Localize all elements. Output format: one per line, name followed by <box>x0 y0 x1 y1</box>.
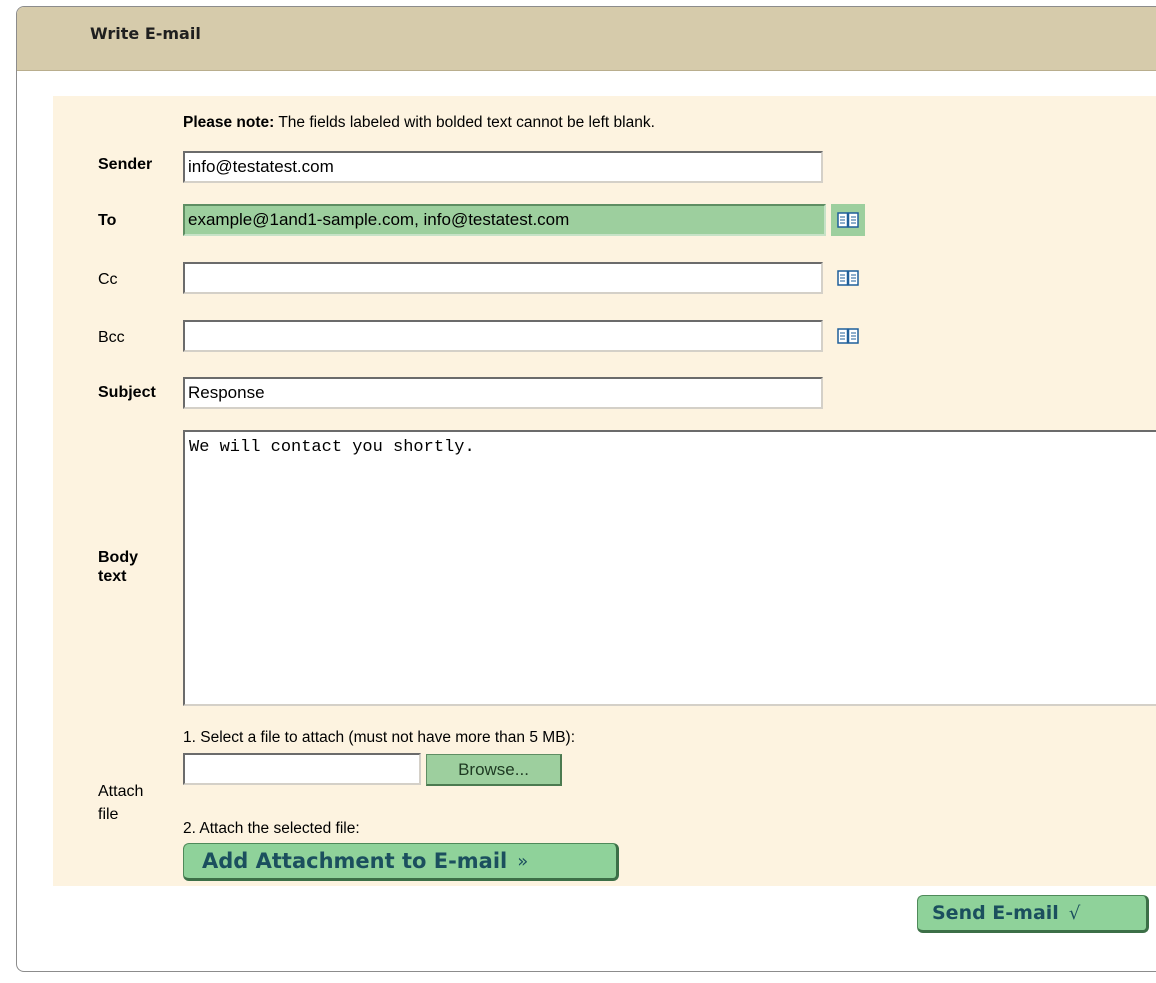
to-label: To <box>98 212 117 229</box>
add-attachment-label: Add Attachment to E-mail <box>202 849 508 873</box>
address-book-icon[interactable] <box>831 320 865 352</box>
body-label-line1: Body <box>98 549 138 566</box>
cc-label: Cc <box>98 271 118 288</box>
attach-label-line2: file <box>98 806 119 823</box>
address-book-icon[interactable] <box>831 262 865 294</box>
required-note: Please note: The fields labeled with bol… <box>183 114 655 131</box>
attach-step2-label: 2. Attach the selected file: <box>183 820 360 837</box>
send-email-label: Send E-mail <box>932 902 1059 924</box>
double-chevron-right-icon: » <box>517 850 529 872</box>
email-form: Please note: The fields labeled with bol… <box>53 96 1156 886</box>
browse-button[interactable]: Browse... <box>426 754 562 786</box>
panel-header: Write E-mail <box>17 7 1156 71</box>
checkmark-icon: √ <box>1068 902 1081 924</box>
subject-label: Subject <box>98 384 156 401</box>
page-title: Write E-mail <box>90 24 201 43</box>
attach-label-line1: Attach <box>98 783 144 800</box>
subject-field[interactable] <box>183 377 823 409</box>
address-book-icon[interactable] <box>831 204 865 236</box>
attach-step1-label: 1. Select a file to attach (must not hav… <box>183 729 575 746</box>
bcc-label: Bcc <box>98 329 125 346</box>
body-text-value: We will contact you shortly. <box>189 438 475 457</box>
sender-field[interactable] <box>183 151 823 183</box>
add-attachment-button[interactable]: Add Attachment to E-mail » <box>183 843 619 881</box>
cc-field[interactable] <box>183 262 823 294</box>
to-field[interactable] <box>183 204 826 236</box>
sender-label: Sender <box>98 156 153 173</box>
body-textarea[interactable]: We will contact you shortly. ▲ ▼ <box>183 430 1156 706</box>
bcc-field[interactable] <box>183 320 823 352</box>
file-path-input[interactable] <box>183 753 421 785</box>
write-email-panel: Write E-mail Please note: The fields lab… <box>16 6 1156 972</box>
body-label-line2: text <box>98 568 127 585</box>
send-email-button[interactable]: Send E-mail √ <box>917 895 1149 933</box>
